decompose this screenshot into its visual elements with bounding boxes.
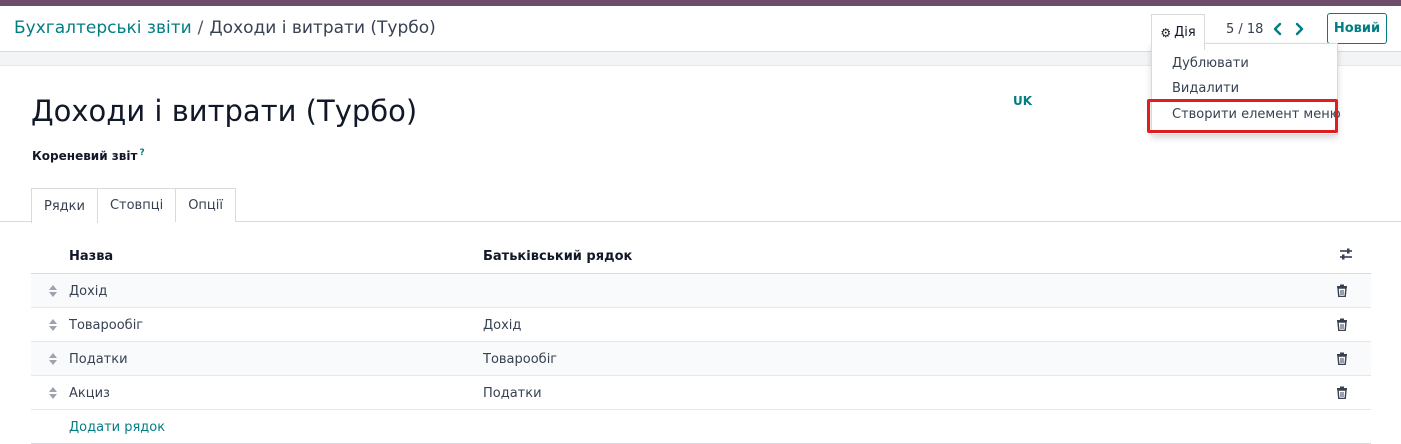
- action-menu-label: Дія: [1174, 25, 1196, 40]
- tab-options[interactable]: Опції: [175, 188, 236, 222]
- pager-value[interactable]: 5 / 18: [1226, 22, 1263, 37]
- table-row[interactable]: Товарообіг Дохід: [31, 308, 1371, 342]
- row-parent[interactable]: Податки: [483, 386, 542, 401]
- column-header-name[interactable]: Назва: [69, 249, 113, 264]
- lines-table: Назва Батьківський рядок Дохід Товарообі…: [31, 240, 1371, 444]
- drag-handle-icon[interactable]: [48, 352, 58, 370]
- add-line-row: Додати рядок: [31, 410, 1371, 444]
- chevron-right-icon: [1295, 22, 1304, 36]
- action-menu-button[interactable]: ⚙ Дія: [1151, 14, 1205, 50]
- row-name[interactable]: Акциз: [69, 386, 110, 401]
- trash-icon[interactable]: [1336, 284, 1348, 301]
- row-name[interactable]: Дохід: [69, 284, 107, 299]
- sliders-icon: [1340, 248, 1352, 260]
- table-row[interactable]: Податки Товарообіг: [31, 342, 1371, 376]
- row-name[interactable]: Податки: [69, 352, 128, 367]
- row-parent[interactable]: Товарообіг: [483, 352, 557, 367]
- notebook-tabs: Рядки Стовпці Опції: [31, 188, 236, 223]
- column-header-parent[interactable]: Батьківський рядок: [483, 249, 632, 264]
- menu-item-duplicate[interactable]: Дублювати: [1172, 56, 1249, 71]
- trash-icon[interactable]: [1336, 318, 1348, 335]
- table-row[interactable]: Акциз Податки: [31, 376, 1371, 410]
- control-panel: Бухгалтерські звіти / Доходи і витрати (Ту…: [0, 6, 1401, 52]
- trash-icon[interactable]: [1336, 352, 1348, 369]
- menu-item-delete[interactable]: Видалити: [1172, 81, 1239, 96]
- highlight-box: [1147, 99, 1338, 133]
- breadcrumb: Бухгалтерські звіти / Доходи і витрати (Ту…: [14, 18, 436, 38]
- breadcrumb-parent-link[interactable]: Бухгалтерські звіти: [14, 18, 192, 38]
- pager-previous-button[interactable]: [1269, 19, 1287, 39]
- chevron-left-icon: [1273, 22, 1282, 36]
- root-report-label-text: Кореневий звіт: [32, 149, 138, 163]
- tab-columns[interactable]: Стовпці: [96, 188, 177, 222]
- drag-handle-icon[interactable]: [48, 386, 58, 404]
- pager-next-button[interactable]: [1290, 19, 1308, 39]
- table-header: Назва Батьківський рядок: [31, 240, 1371, 274]
- help-tooltip-icon[interactable]: ?: [139, 148, 144, 158]
- record-title[interactable]: Доходи і витрати (Турбо): [31, 94, 417, 128]
- breadcrumb-separator: /: [197, 18, 204, 38]
- optional-columns-toggle[interactable]: [1338, 246, 1354, 266]
- tab-lines[interactable]: Рядки: [31, 188, 98, 223]
- root-report-label: Кореневий звіт?: [32, 148, 145, 163]
- table-row[interactable]: Дохід: [31, 274, 1371, 308]
- drag-handle-icon[interactable]: [48, 284, 58, 302]
- drag-handle-icon[interactable]: [48, 318, 58, 336]
- gear-icon: ⚙: [1160, 25, 1172, 40]
- new-record-button[interactable]: Новий: [1327, 13, 1387, 44]
- row-name[interactable]: Товарообіг: [69, 318, 143, 333]
- language-badge[interactable]: UK: [1013, 94, 1032, 108]
- trash-icon[interactable]: [1336, 386, 1348, 403]
- add-line-link[interactable]: Додати рядок: [69, 420, 165, 435]
- row-parent[interactable]: Дохід: [483, 318, 521, 333]
- breadcrumb-current: Доходи і витрати (Турбо): [209, 18, 436, 38]
